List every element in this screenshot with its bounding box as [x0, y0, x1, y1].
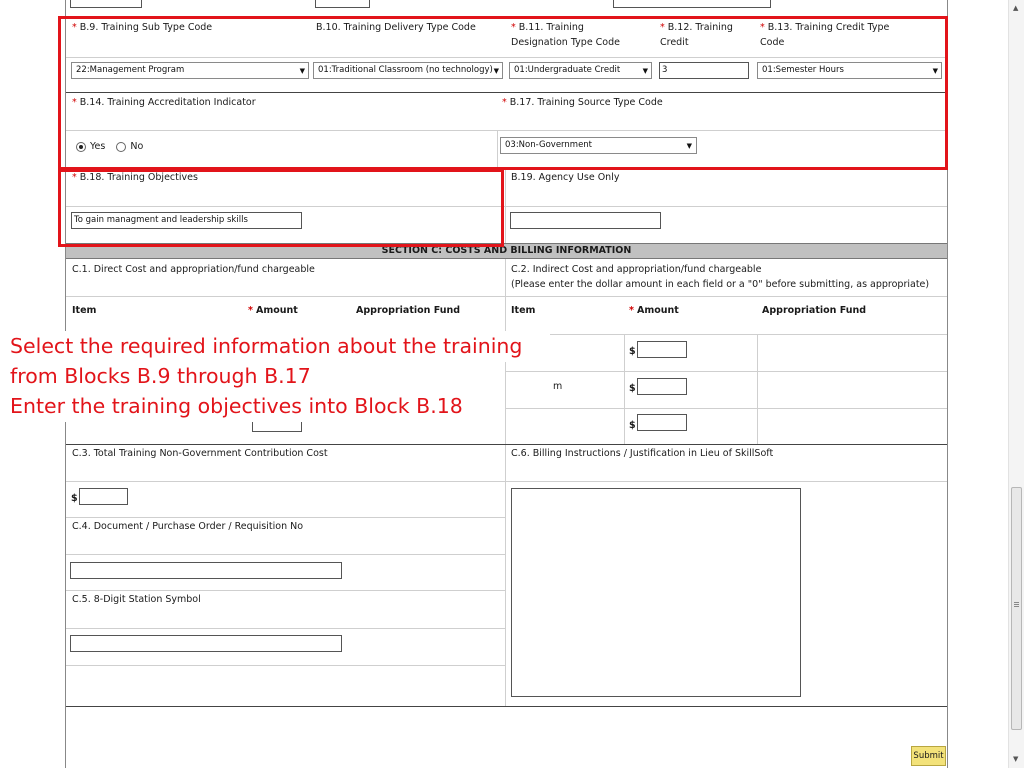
highlight-b18	[58, 169, 504, 247]
divider	[66, 517, 506, 518]
divider	[505, 408, 947, 409]
divider	[505, 445, 506, 707]
callout-line-1: Select the required information about th…	[10, 331, 550, 362]
divider	[66, 665, 506, 666]
c2-col-amount: * Amount	[629, 305, 679, 316]
c2-label: C.2. Indirect Cost and appropriation/fun…	[511, 264, 930, 290]
c1-label: C.1. Direct Cost and appropriation/fund …	[72, 264, 315, 275]
c6-billing-textarea[interactable]	[511, 488, 801, 697]
c4-label: C.4. Document / Purchase Order / Requisi…	[72, 521, 304, 532]
grip-icon	[1014, 602, 1019, 603]
currency-symbol: $	[629, 420, 636, 431]
c2-amount-input-1[interactable]	[637, 341, 687, 358]
divider	[66, 706, 947, 707]
divider	[66, 628, 506, 629]
callout-line-2: from Blocks B.9 through B.17	[10, 361, 311, 392]
divider	[66, 554, 506, 555]
c2-col-fund: Appropriation Fund	[762, 305, 867, 316]
c6-label: C.6. Billing Instructions / Justificatio…	[511, 448, 774, 459]
scroll-up-icon[interactable]: ▲	[1013, 4, 1018, 12]
b19-label: B.19. Agency Use Only	[511, 172, 620, 183]
divider	[66, 481, 947, 482]
scrollbar[interactable]: ▲ ▼	[1008, 0, 1024, 768]
divider	[624, 334, 625, 445]
partial-field-3[interactable]	[613, 0, 771, 8]
partial-field-1[interactable]	[70, 0, 142, 8]
partial-field-2[interactable]	[315, 0, 370, 8]
c1-col-amount: * Amount	[248, 305, 298, 316]
c2-col-item: Item	[511, 305, 536, 316]
b19-agency-input[interactable]	[510, 212, 661, 229]
divider	[66, 296, 947, 297]
c2-amount-input-3[interactable]	[637, 414, 687, 431]
c2-amount-input-2[interactable]	[637, 378, 687, 395]
divider	[505, 334, 947, 335]
currency-symbol: $	[71, 493, 78, 504]
c1-col-item: Item	[72, 305, 97, 316]
callout-line-3: Enter the training objectives into Block…	[10, 391, 463, 422]
scroll-down-icon[interactable]: ▼	[1013, 755, 1018, 763]
c4-document-input[interactable]	[70, 562, 342, 579]
c5-label: C.5. 8-Digit Station Symbol	[72, 594, 201, 605]
c5-station-input[interactable]	[70, 635, 342, 652]
c2-item-partial: m	[553, 381, 563, 392]
c3-cost-input[interactable]	[79, 488, 128, 505]
highlight-b9-b17	[58, 16, 948, 170]
submit-button[interactable]: Submit	[911, 746, 946, 766]
divider	[757, 334, 758, 445]
divider	[505, 169, 506, 243]
divider	[66, 590, 506, 591]
currency-symbol: $	[629, 346, 636, 357]
divider	[66, 444, 947, 445]
currency-symbol: $	[629, 383, 636, 394]
c1-col-fund: Appropriation Fund	[356, 305, 461, 316]
scrollbar-thumb[interactable]	[1011, 487, 1022, 730]
divider	[505, 371, 947, 372]
c3-label: C.3. Total Training Non-Government Contr…	[72, 448, 328, 459]
